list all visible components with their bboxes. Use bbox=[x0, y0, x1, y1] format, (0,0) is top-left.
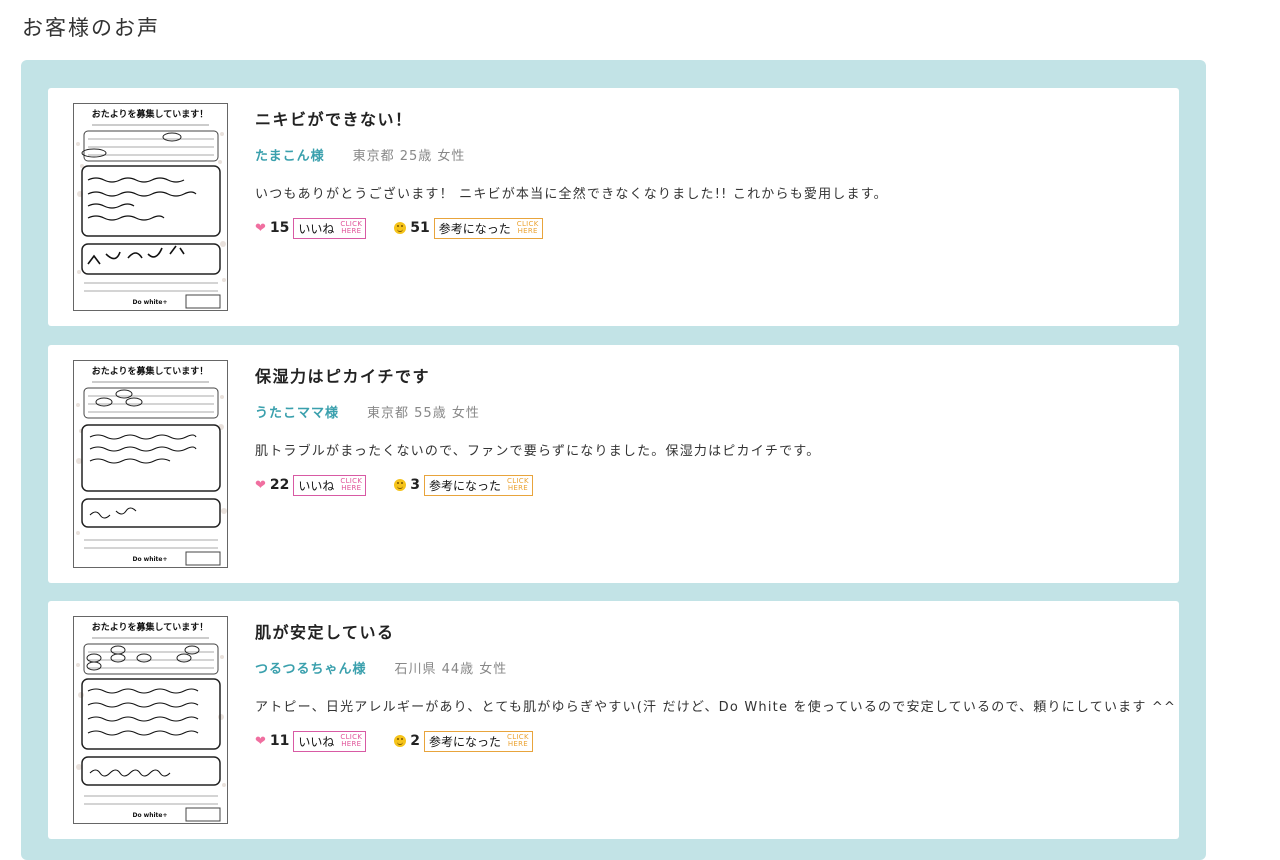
helpful-reaction: 3 参考になった CLICK HERE bbox=[394, 474, 533, 496]
like-button[interactable]: いいね CLICK HERE bbox=[293, 474, 367, 496]
review-card: おたよりを募集しています！ Do white+ 肌が安定している つるつるちゃん… bbox=[48, 601, 1179, 839]
review-reactions: ❤ 22 いいね CLICK HERE 3 参考になった CLICK HERE bbox=[255, 474, 533, 496]
helpful-button-label: 参考になった bbox=[429, 734, 502, 749]
like-reaction: ❤ 22 いいね CLICK HERE bbox=[255, 474, 367, 496]
brand-logo: Do white+ bbox=[132, 299, 167, 306]
click-here-label: CLICK HERE bbox=[507, 477, 529, 492]
smile-icon bbox=[394, 479, 407, 491]
review-reactions: ❤ 15 いいね CLICK HERE 51 参考になった CLICK HERE bbox=[255, 217, 543, 239]
click-here-label: CLICK HERE bbox=[340, 220, 363, 235]
like-button-label: いいね bbox=[298, 734, 335, 749]
review-title: ニキビができない！ bbox=[255, 110, 413, 129]
like-button-label: いいね bbox=[298, 221, 335, 236]
review-card: おたよりを募集しています！ Do white+ bbox=[48, 88, 1179, 326]
click-here-label: CLICK HERE bbox=[507, 733, 529, 748]
handwritten-form-image: おたよりを募集しています！ Do white+ bbox=[76, 108, 226, 309]
review-body: アトピー、日光アレルギーがあり、とても肌がゆらぎやすい(汗 だけど、Do Whi… bbox=[255, 700, 1177, 715]
like-button[interactable]: いいね CLICK HERE bbox=[293, 217, 367, 239]
like-reaction: ❤ 11 いいね CLICK HERE bbox=[255, 730, 367, 752]
helpful-button[interactable]: 参考になった CLICK HERE bbox=[433, 217, 543, 239]
click-here-label: CLICK HERE bbox=[340, 477, 363, 492]
helpful-reaction: 2 参考になった CLICK HERE bbox=[394, 730, 533, 752]
reviewer-name: つるつるちゃん様 bbox=[255, 662, 367, 677]
like-button[interactable]: いいね CLICK HERE bbox=[293, 730, 367, 752]
review-form-thumbnail[interactable]: おたよりを募集しています！ Do white+ bbox=[73, 360, 228, 568]
reviewer-name: うたこママ様 bbox=[255, 406, 340, 421]
review-body: いつもありがとうございます！ ニキビが本当に全然できなくなりました!! これから… bbox=[255, 187, 888, 202]
reviewer-info: 東京都 25歳 女性 bbox=[352, 149, 466, 164]
heart-icon: ❤ bbox=[255, 733, 266, 749]
form-title: おたよりを募集しています！ bbox=[92, 365, 209, 377]
brand-logo: Do white+ bbox=[132, 556, 167, 563]
reviewer-info: 東京都 55歳 女性 bbox=[367, 406, 480, 421]
heart-icon: ❤ bbox=[255, 220, 266, 236]
review-reactions: ❤ 11 いいね CLICK HERE 2 参考になった CLICK HERE bbox=[255, 730, 533, 752]
helpful-button[interactable]: 参考になった CLICK HERE bbox=[424, 474, 533, 496]
form-title: おたよりを募集しています！ bbox=[92, 108, 209, 120]
handwritten-form-image: おたよりを募集しています！ Do white+ bbox=[76, 621, 226, 822]
handwritten-form-image: おたよりを募集しています！ Do white+ bbox=[76, 365, 227, 566]
review-meta: つるつるちゃん様 石川県 44歳 女性 bbox=[255, 658, 507, 677]
review-body: 肌トラブルがまったくないので、ファンで要らずになりました。保湿力はピカイチです。 bbox=[255, 444, 821, 459]
helpful-button-label: 参考になった bbox=[429, 478, 502, 493]
review-card: おたよりを募集しています！ Do white+ bbox=[48, 345, 1179, 583]
helpful-count: 3 bbox=[410, 477, 420, 493]
review-form-thumbnail[interactable]: おたよりを募集しています！ Do white+ bbox=[73, 616, 228, 824]
smile-icon bbox=[394, 222, 407, 234]
helpful-button[interactable]: 参考になった CLICK HERE bbox=[424, 730, 533, 752]
reviewer-name: たまこん様 bbox=[255, 149, 325, 164]
smile-icon bbox=[394, 735, 407, 747]
review-title: 肌が安定している bbox=[255, 623, 395, 642]
helpful-reaction: 51 参考になった CLICK HERE bbox=[394, 217, 543, 239]
brand-logo: Do white+ bbox=[132, 812, 167, 819]
like-count: 11 bbox=[269, 733, 290, 749]
review-meta: うたこママ様 東京都 55歳 女性 bbox=[255, 402, 480, 421]
click-here-label: CLICK HERE bbox=[340, 733, 363, 748]
heart-icon: ❤ bbox=[255, 477, 266, 493]
helpful-count: 2 bbox=[410, 733, 420, 749]
like-button-label: いいね bbox=[298, 478, 335, 493]
like-reaction: ❤ 15 いいね CLICK HERE bbox=[255, 217, 367, 239]
helpful-count: 51 bbox=[410, 220, 430, 236]
helpful-button-label: 参考になった bbox=[438, 221, 511, 236]
review-meta: たまこん様 東京都 25歳 女性 bbox=[255, 145, 465, 164]
page-title: お客様のお声 bbox=[22, 16, 160, 40]
review-form-thumbnail[interactable]: おたよりを募集しています！ Do white+ bbox=[73, 103, 228, 311]
reviewer-info: 石川県 44歳 女性 bbox=[394, 662, 508, 677]
form-title: おたよりを募集しています！ bbox=[92, 621, 209, 633]
reviews-panel: おたよりを募集しています！ Do white+ ニキビができない！ たまこん様 … bbox=[21, 60, 1206, 860]
like-count: 22 bbox=[269, 477, 290, 493]
review-title: 保湿力はピカイチです bbox=[255, 367, 431, 386]
like-count: 15 bbox=[269, 220, 290, 236]
click-here-label: CLICK HERE bbox=[516, 220, 539, 235]
